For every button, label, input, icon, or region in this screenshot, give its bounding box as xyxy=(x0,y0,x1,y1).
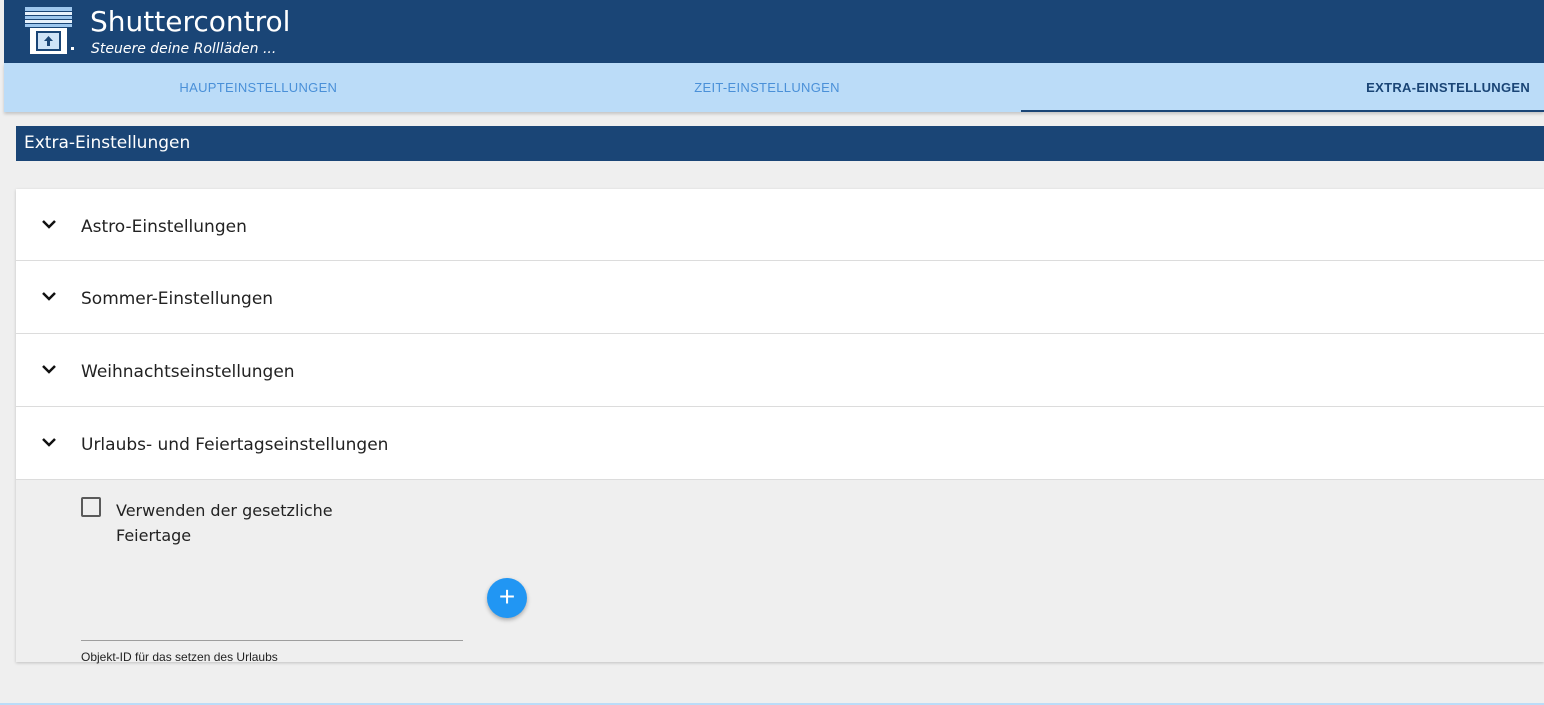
chevron-down-icon xyxy=(42,292,56,301)
accordion-item-urlaub-feiertage[interactable]: Urlaubs- und Feiertagseinstellungen xyxy=(16,407,1544,480)
holidays-checkbox-label[interactable]: Verwenden der gesetzliche Feiertage xyxy=(116,498,356,548)
accordion-item-astro[interactable]: Astro-Einstellungen xyxy=(16,189,1544,261)
shutter-logo-icon xyxy=(25,7,74,54)
accordion-label: Weihnachtseinstellungen xyxy=(81,362,295,382)
accordion-label: Astro-Einstellungen xyxy=(81,217,247,237)
section-title: Extra-Einstellungen xyxy=(16,126,1544,161)
object-id-input[interactable] xyxy=(81,640,463,641)
urlaub-feiertage-panel: Verwenden der gesetzliche Feiertage + Ob… xyxy=(16,480,1544,664)
app-subtitle: Steuere deine Rollläden ... xyxy=(91,41,277,57)
chevron-down-icon xyxy=(42,365,56,374)
accordion-item-weihnachten[interactable]: Weihnachtseinstellungen xyxy=(16,334,1544,407)
tab-haupteinstellungen[interactable]: HAUPTEINSTELLUNGEN xyxy=(4,63,513,112)
tab-extra-einstellungen[interactable]: EXTRA-EINSTELLUNGEN xyxy=(1021,63,1544,112)
add-object-id-button[interactable]: + xyxy=(487,578,527,618)
holidays-checkbox[interactable] xyxy=(81,497,101,517)
accordion-item-sommer[interactable]: Sommer-Einstellungen xyxy=(16,261,1544,334)
object-id-label: Objekt-ID für das setzen des Urlaubs xyxy=(81,650,278,664)
app-header: Shuttercontrol Steuere deine Rollläden .… xyxy=(4,0,1544,63)
chevron-down-icon xyxy=(42,220,56,229)
chevron-down-icon xyxy=(42,438,56,447)
app-title: Shuttercontrol xyxy=(90,5,291,38)
accordion-label: Urlaubs- und Feiertagseinstellungen xyxy=(81,435,389,455)
accordion-label: Sommer-Einstellungen xyxy=(81,289,274,309)
settings-accordion: Astro-Einstellungen Sommer-Einstellungen… xyxy=(16,189,1544,664)
tab-bar: HAUPTEINSTELLUNGEN ZEIT-EINSTELLUNGEN EX… xyxy=(4,63,1544,112)
tab-zeit-einstellungen[interactable]: ZEIT-EINSTELLUNGEN xyxy=(513,63,1022,112)
